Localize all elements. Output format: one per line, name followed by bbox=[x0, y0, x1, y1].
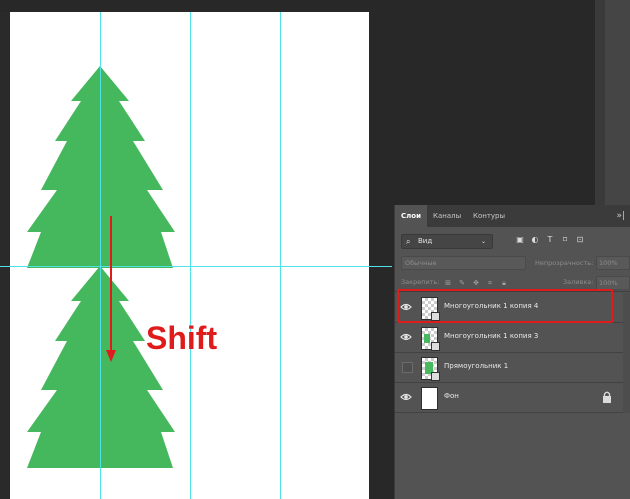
tab-paths[interactable]: Контуры bbox=[467, 205, 511, 227]
search-icon: ⌕ bbox=[406, 237, 411, 246]
layer-name[interactable]: Фон bbox=[444, 392, 459, 400]
vertical-guide-3[interactable] bbox=[280, 12, 281, 499]
lock-artboard-icon[interactable]: ⌗ bbox=[485, 277, 495, 289]
opacity-label: Непрозрачность: bbox=[535, 259, 594, 267]
layer-row[interactable]: Прямоугольник 1 bbox=[395, 353, 630, 383]
blend-mode-row: Обычные Непрозрачность: 100% bbox=[395, 253, 630, 273]
layers-panel: Слои Каналы Контуры »| ⌕ Вид ⌄ ▣ ◐ T ⌑ ⊡… bbox=[394, 205, 630, 499]
type-filter-icon[interactable]: T bbox=[545, 234, 555, 246]
vertical-guide-2[interactable] bbox=[190, 12, 191, 499]
adjustment-filter-icon[interactable]: ◐ bbox=[530, 234, 540, 246]
layer-name[interactable]: Многоугольник 1 копия 3 bbox=[444, 332, 538, 340]
blend-mode-select[interactable]: Обычные bbox=[401, 256, 526, 270]
tree-shape-bottom[interactable] bbox=[27, 266, 177, 468]
horizontal-guide[interactable] bbox=[0, 266, 392, 267]
pasteboard-strip-2 bbox=[605, 0, 630, 205]
lock-transparent-icon[interactable]: ⊞ bbox=[443, 277, 453, 289]
eye-icon[interactable] bbox=[400, 391, 412, 403]
layer-thumbnail bbox=[421, 387, 438, 410]
thumbnail-shape bbox=[424, 334, 430, 343]
shift-annotation-label: Shift bbox=[146, 320, 218, 356]
layer-row[interactable]: Фон bbox=[395, 383, 630, 413]
filter-kind-select[interactable]: ⌕ Вид ⌄ bbox=[401, 234, 493, 249]
tree-shape-top[interactable] bbox=[27, 66, 177, 268]
panel-tab-bar: Слои Каналы Контуры »| bbox=[395, 205, 630, 227]
lock-icon bbox=[603, 391, 611, 403]
vector-mask-icon bbox=[431, 342, 440, 351]
lock-image-icon[interactable]: ✎ bbox=[457, 277, 467, 289]
layer-filter-row: ⌕ Вид ⌄ ▣ ◐ T ⌑ ⊡ bbox=[395, 231, 630, 251]
tab-channels[interactable]: Каналы bbox=[427, 205, 467, 227]
selected-layer-highlight bbox=[397, 289, 613, 323]
chevron-down-icon: ⌄ bbox=[480, 238, 486, 245]
layer-row[interactable]: Многоугольник 1 копия 3 bbox=[395, 323, 630, 353]
vertical-guide-1[interactable] bbox=[100, 12, 101, 499]
image-filter-icon[interactable]: ▣ bbox=[515, 234, 525, 246]
lock-label: Закрепить: bbox=[401, 278, 440, 286]
layer-name[interactable]: Прямоугольник 1 bbox=[444, 362, 508, 370]
opacity-input[interactable]: 100% bbox=[596, 256, 630, 270]
filter-kind-label: Вид bbox=[418, 237, 433, 245]
tab-layers[interactable]: Слои bbox=[395, 205, 427, 227]
canvas-left-edge bbox=[0, 12, 10, 499]
shape-filter-icon[interactable]: ⌑ bbox=[560, 234, 570, 246]
panel-menu-icon[interactable]: »| bbox=[616, 205, 625, 227]
fill-label: Заливка: bbox=[563, 278, 594, 286]
layers-scrollbar[interactable] bbox=[623, 293, 630, 413]
lock-all-icon[interactable]: 🔒︎ bbox=[499, 277, 509, 289]
eye-icon[interactable] bbox=[400, 331, 412, 343]
fill-input[interactable]: 100% bbox=[596, 276, 630, 290]
vector-mask-icon bbox=[431, 372, 440, 381]
lock-position-icon[interactable]: ✥ bbox=[471, 277, 481, 289]
visibility-toggle-off[interactable] bbox=[402, 362, 413, 373]
smart-object-filter-icon[interactable]: ⊡ bbox=[575, 234, 585, 246]
shift-drag-arrow bbox=[104, 216, 118, 366]
layer-thumbnail bbox=[421, 357, 440, 381]
layer-thumbnail bbox=[421, 327, 440, 351]
